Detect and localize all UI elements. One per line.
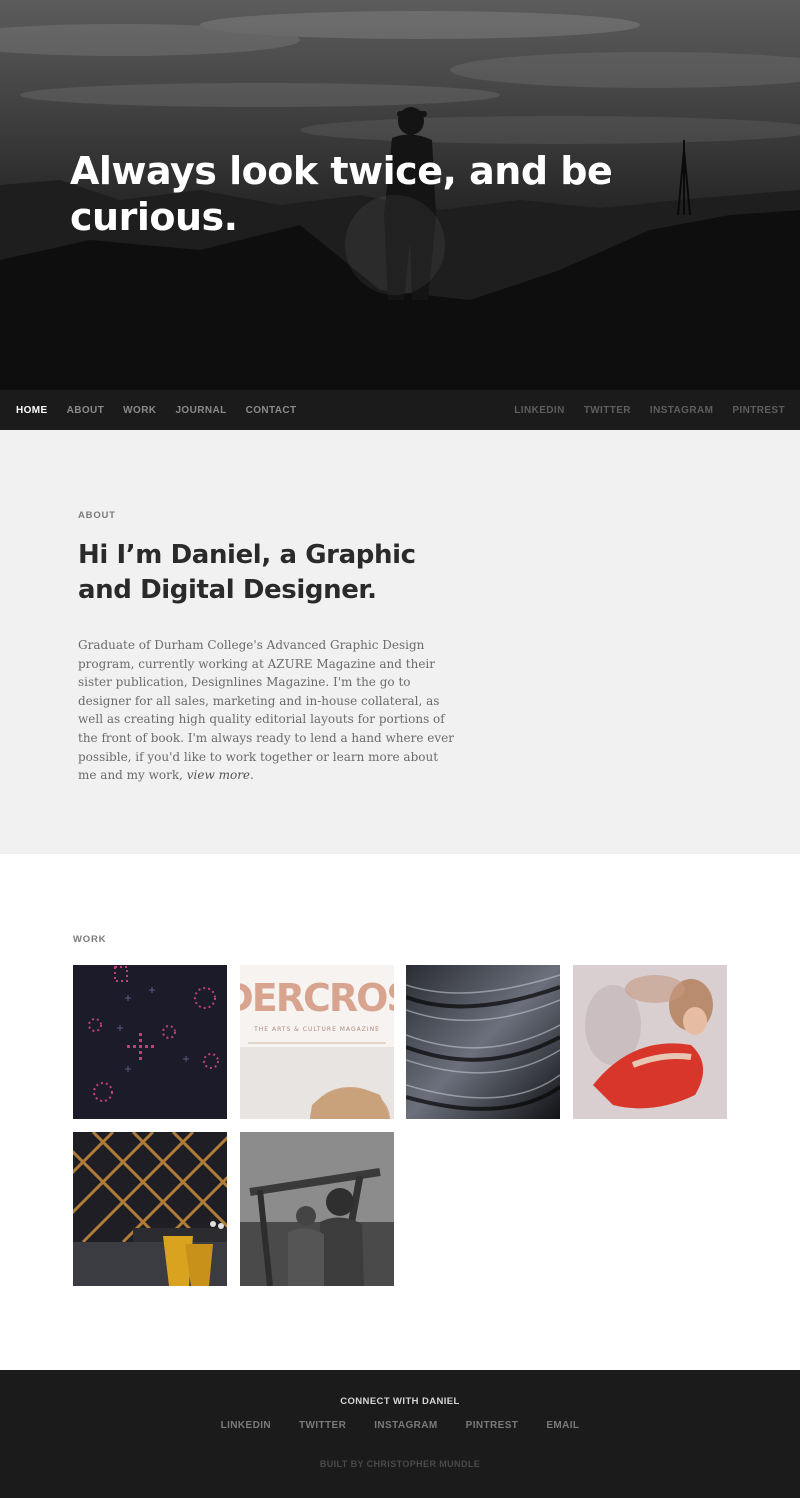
work-tile-bw-workers[interactable] <box>239 1132 394 1286</box>
about-section: ABOUT Hi I’m Daniel, a Graphic and Digit… <box>0 430 800 854</box>
footer-pintrest-link[interactable]: PINTREST <box>466 1420 519 1431</box>
nav-linkedin-link[interactable]: LINKEDIN <box>514 405 564 416</box>
footer-title: CONNECT WITH DANIEL <box>340 1396 460 1407</box>
about-body: Graduate of Durham College's Advanced Gr… <box>78 636 458 785</box>
work-section: WORK ERCRO THE ARTS & CULTURE MAGAZINE <box>0 854 800 1370</box>
about-text: Graduate of Durham College's Advanced Gr… <box>78 638 454 783</box>
nav-about-link[interactable]: ABOUT <box>67 405 105 416</box>
nav-primary: HOME ABOUT WORK JOURNAL CONTACT <box>16 405 316 416</box>
metallic-image <box>406 965 561 1119</box>
magazine-image: DERCROS THE ARTS & CULTURE MAGAZINE <box>239 965 394 1119</box>
magazine-subtitle: THE ARTS & CULTURE MAGAZINE <box>253 1026 380 1033</box>
nav-contact-link[interactable]: CONTACT <box>246 405 297 416</box>
work-grid: DERCROS THE ARTS & CULTURE MAGAZINE <box>73 965 800 1286</box>
footer-instagram-link[interactable]: INSTAGRAM <box>374 1420 437 1431</box>
nav-home-link[interactable]: HOME <box>16 405 48 416</box>
dancer-image <box>573 965 728 1119</box>
main-nav: HOME ABOUT WORK JOURNAL CONTACT LINKEDIN… <box>0 390 800 430</box>
footer-credit[interactable]: BUILT BY CHRISTOPHER MUNDLE <box>0 1459 800 1469</box>
hero-title: Always look twice, and be curious. <box>70 149 613 239</box>
work-tile-dancer[interactable] <box>573 965 728 1119</box>
about-heading: Hi I’m Daniel, a Graphic and Digital Des… <box>78 540 416 605</box>
footer: CONNECT WITH DANIEL LINKEDIN TWITTER INS… <box>0 1370 800 1498</box>
nav-twitter-link[interactable]: TWITTER <box>584 405 631 416</box>
footer-email-link[interactable]: EMAIL <box>546 1420 579 1431</box>
about-label: ABOUT <box>78 510 116 521</box>
hero-banner: Always look twice, and be curious. <box>0 0 800 390</box>
nav-journal-link[interactable]: JOURNAL <box>175 405 226 416</box>
restaurant-image <box>73 1132 227 1286</box>
tower-icon <box>677 140 691 216</box>
nav-social: LINKEDIN TWITTER INSTAGRAM PINTREST <box>495 405 785 416</box>
nav-work-link[interactable]: WORK <box>123 405 156 416</box>
footer-linkedin-link[interactable]: LINKEDIN <box>221 1420 271 1431</box>
work-tile-magazine[interactable]: DERCROS THE ARTS & CULTURE MAGAZINE <box>239 965 394 1119</box>
nav-pintrest-link[interactable]: PINTREST <box>732 405 785 416</box>
bw-workers-image <box>239 1132 394 1286</box>
work-tile-restaurant[interactable] <box>73 1132 227 1286</box>
view-more-link[interactable]: view more <box>187 768 250 782</box>
footer-twitter-link[interactable]: TWITTER <box>299 1420 346 1431</box>
work-tile-metallic[interactable] <box>406 965 561 1119</box>
about-trailing: . <box>250 768 254 783</box>
magazine-title: DERCROS <box>240 976 394 1020</box>
work-tile-dark-pattern[interactable] <box>73 965 227 1119</box>
work-label: WORK <box>73 934 107 945</box>
dark-pattern-image <box>73 965 227 1119</box>
footer-links: LINKEDIN TWITTER INSTAGRAM PINTREST EMAI… <box>0 1420 800 1431</box>
nav-instagram-link[interactable]: INSTAGRAM <box>650 405 713 416</box>
